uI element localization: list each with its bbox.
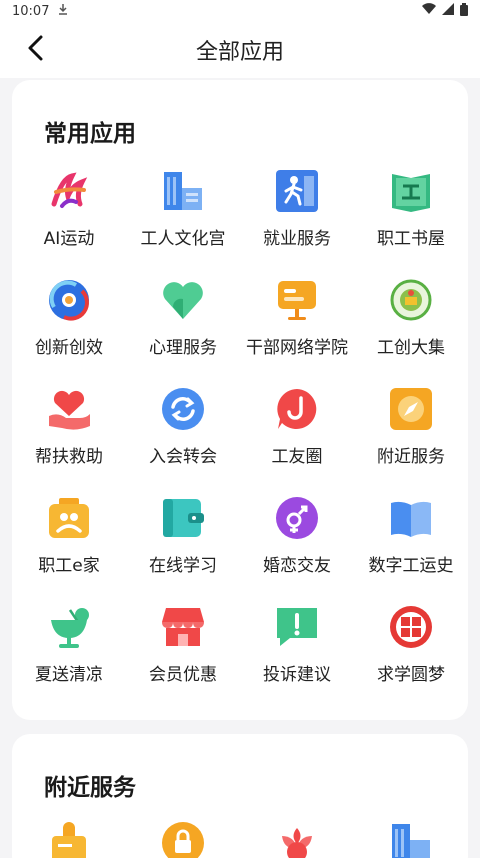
app-helping-hand[interactable]: 帮扶救助 [12, 380, 126, 489]
app-study-dream[interactable]: 求学圆梦 [354, 598, 468, 707]
shop-icon [160, 604, 206, 650]
heart-icon [160, 277, 206, 323]
book-house-icon [388, 168, 434, 214]
status-left: 10:07 [12, 3, 69, 19]
gender-icon [274, 495, 320, 541]
app-label: 工友圈 [271, 447, 323, 467]
app-label: 帮扶救助 [35, 447, 103, 467]
status-right [422, 2, 468, 20]
app-heart-service[interactable]: 心理服务 [126, 271, 240, 380]
app-dating[interactable]: 婚恋交友 [240, 489, 354, 598]
app-ai-sport[interactable]: AI运动 [12, 162, 126, 271]
transfer-icon [160, 386, 206, 432]
employment-icon [274, 168, 320, 214]
app-market[interactable]: 工创大集 [354, 271, 468, 380]
app-label: 职工书屋 [377, 229, 445, 249]
app-cadre-college[interactable]: 干部网络学院 [240, 271, 354, 380]
app-label: 干部网络学院 [246, 338, 348, 358]
page-title: 全部应用 [195, 40, 284, 65]
app-digital-history[interactable]: 数字工运史 [354, 489, 468, 598]
app-label: 会员优惠 [149, 665, 217, 685]
cadre-college-icon [274, 277, 320, 323]
app-label: 夏送清凉 [35, 665, 103, 685]
common-apps-grid: AI运动 工人文化宫 就业服务 职工书屋 创新创效 心理服务 干部网络学院 工创… [12, 162, 468, 707]
nearby-item[interactable] [12, 820, 126, 858]
battery-icon [460, 2, 468, 20]
app-innovation[interactable]: 创新创效 [12, 271, 126, 380]
wallet-icon [160, 495, 206, 541]
building-icon [388, 820, 434, 858]
app-culture-palace[interactable]: 工人文化宫 [126, 162, 240, 271]
app-label: 婚恋交友 [263, 556, 331, 576]
nearby-services-card: 附近服务 [12, 734, 468, 858]
complaint-icon [274, 604, 320, 650]
app-label: 入会转会 [149, 447, 217, 467]
app-online-learning[interactable]: 在线学习 [126, 489, 240, 598]
nearby-services-row [12, 820, 468, 858]
innovation-icon [46, 277, 92, 323]
wifi-icon [422, 3, 436, 19]
drink-icon [46, 604, 92, 650]
app-label: 投诉建议 [263, 665, 331, 685]
app-label: 求学圆梦 [377, 665, 445, 685]
market-icon [388, 277, 434, 323]
app-label: 职工e家 [38, 556, 100, 576]
app-label: 创新创效 [35, 338, 103, 358]
app-label: 数字工运史 [368, 556, 454, 576]
app-header: 全部应用 [0, 22, 480, 78]
app-member-discount[interactable]: 会员优惠 [126, 598, 240, 707]
nearby-item[interactable] [240, 820, 354, 858]
app-label: 就业服务 [263, 229, 331, 249]
app-nearby-service[interactable]: 附近服务 [354, 380, 468, 489]
app-book-house[interactable]: 职工书屋 [354, 162, 468, 271]
app-employment[interactable]: 就业服务 [240, 162, 354, 271]
app-worker-home[interactable]: 职工e家 [12, 489, 126, 598]
flower-icon [274, 820, 320, 858]
stamp-icon [46, 820, 92, 858]
app-label: 在线学习 [149, 556, 217, 576]
chevron-left-icon [26, 34, 46, 66]
status-time: 10:07 [12, 3, 50, 19]
nearby-item[interactable] [354, 820, 468, 858]
nearby-services-title: 附近服务 [44, 775, 136, 801]
app-label: 心理服务 [149, 338, 217, 358]
compass-icon [388, 386, 434, 432]
app-label: AI运动 [43, 229, 95, 249]
helping-hand-icon [46, 386, 92, 432]
lock-badge-icon [160, 820, 206, 858]
ai-sport-icon [46, 168, 92, 214]
status-bar: 10:07 [0, 0, 480, 22]
download-icon [57, 3, 69, 19]
home-icon [46, 495, 92, 541]
app-transfer[interactable]: 入会转会 [126, 380, 240, 489]
culture-palace-icon [160, 168, 206, 214]
back-button[interactable] [20, 34, 52, 66]
common-apps-title: 常用应用 [44, 121, 136, 147]
signal-icon [442, 3, 454, 19]
app-label: 工人文化宫 [140, 229, 226, 249]
chat-bubble-icon [274, 386, 320, 432]
app-complaint[interactable]: 投诉建议 [240, 598, 354, 707]
study-seal-icon [388, 604, 434, 650]
app-chat-circle[interactable]: 工友圈 [240, 380, 354, 489]
app-label: 工创大集 [377, 338, 445, 358]
nearby-item[interactable] [126, 820, 240, 858]
common-apps-card: 常用应用 AI运动 工人文化宫 就业服务 职工书屋 创新创效 心理服务 干部网络… [12, 80, 468, 720]
open-book-icon [388, 495, 434, 541]
app-label: 附近服务 [377, 447, 445, 467]
app-summer-cool[interactable]: 夏送清凉 [12, 598, 126, 707]
